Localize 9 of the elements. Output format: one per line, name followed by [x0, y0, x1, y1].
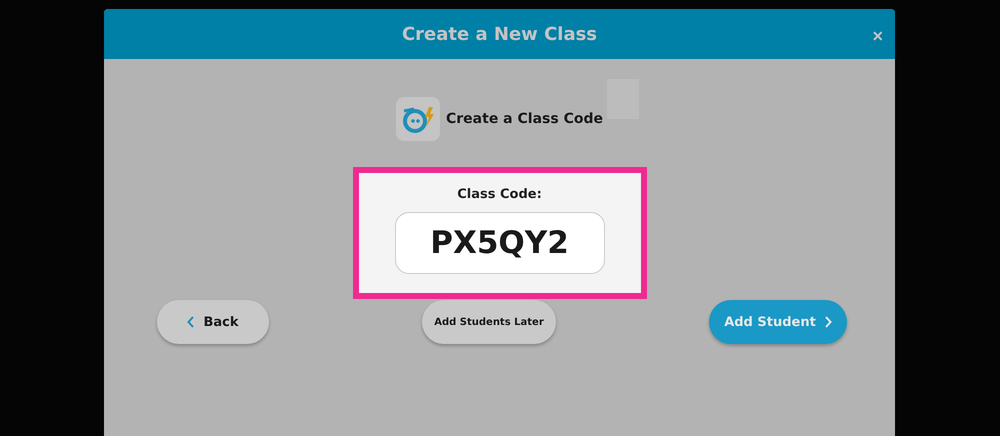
chevron-left-icon — [187, 316, 196, 328]
robot-logo-icon — [396, 97, 440, 141]
dialog-title: Create a New Class — [402, 24, 598, 44]
class-code-label: Class Code: — [457, 187, 542, 202]
back-button[interactable]: Back — [157, 300, 269, 344]
chevron-right-icon — [824, 316, 832, 328]
section-title: Create a Class Code — [446, 111, 603, 127]
add-later-button[interactable]: Add Students Later — [422, 300, 556, 344]
class-code-field: PX5QY2 — [394, 212, 604, 274]
